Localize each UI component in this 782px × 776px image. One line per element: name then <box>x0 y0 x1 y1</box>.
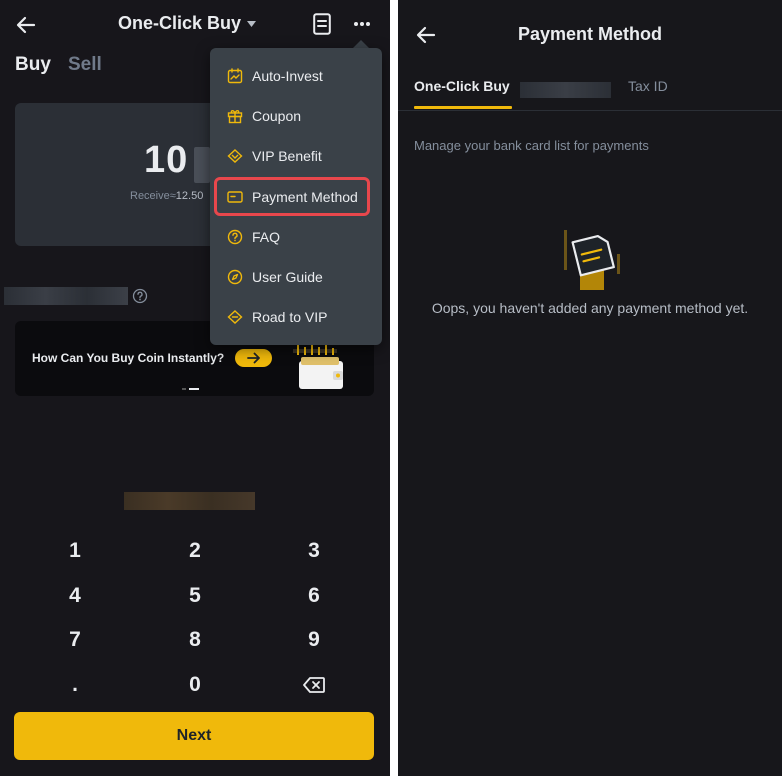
menu-item-auto-invest[interactable]: Auto-Invest <box>210 56 382 96</box>
menu-item-label: Coupon <box>252 108 302 124</box>
auto-invest-icon <box>226 67 244 85</box>
order-history-button[interactable] <box>309 11 335 37</box>
keypad-key-3[interactable]: 3 <box>284 536 344 566</box>
empty-state-message: Oops, you haven't added any payment meth… <box>431 300 749 316</box>
keypad-backspace[interactable] <box>284 670 344 700</box>
menu-item-label: User Guide <box>252 269 323 285</box>
pagination-dot <box>182 388 186 390</box>
tab-divider <box>398 110 782 111</box>
menu-item-coupon[interactable]: Coupon <box>210 96 382 136</box>
keypad-key-0[interactable]: 0 <box>165 670 225 700</box>
document-icon <box>313 13 331 35</box>
menu-item-vip-benefit[interactable]: VIP Benefit <box>210 136 382 176</box>
redacted-tab[interactable] <box>520 82 611 98</box>
question-icon <box>226 228 244 246</box>
keypad-key-4[interactable]: 4 <box>45 581 105 611</box>
keypad-key-1[interactable]: 1 <box>45 536 105 566</box>
menu-item-road-to-vip[interactable]: Road to VIP <box>210 297 382 337</box>
amount-value: 10 <box>144 139 189 181</box>
page-title: One-Click Buy <box>118 13 242 33</box>
page-title-dropdown[interactable]: One-Click Buy <box>118 13 257 34</box>
active-tab-indicator <box>414 106 512 109</box>
gift-icon <box>226 107 244 125</box>
menu-item-label: Payment Method <box>252 189 358 205</box>
backspace-icon <box>303 677 325 693</box>
tab-tax-id[interactable]: Tax ID <box>628 78 668 94</box>
banner-arrow-button[interactable] <box>235 349 272 367</box>
tab-sell[interactable]: Sell <box>68 54 102 76</box>
arrow-right-icon <box>246 352 260 364</box>
menu-item-label: VIP Benefit <box>252 148 322 164</box>
banner-text: How Can You Buy Coin Instantly? <box>32 351 225 365</box>
more-dots-icon <box>354 22 370 26</box>
tab-one-click-buy[interactable]: One-Click Buy <box>414 78 510 94</box>
menu-item-payment-method[interactable]: Payment Method <box>210 177 382 217</box>
empty-state-illustration <box>564 230 620 290</box>
menu-item-label: Auto-Invest <box>252 68 323 84</box>
keypad-key-2[interactable]: 2 <box>165 536 225 566</box>
tab-buy[interactable]: Buy <box>15 54 51 76</box>
more-options-button[interactable] <box>349 11 375 37</box>
receive-label: Receive≈ <box>130 190 176 202</box>
more-options-menu: Auto-Invest Coupon VIP Benefit Payment M… <box>210 48 382 345</box>
caret-down-icon <box>247 20 257 27</box>
menu-item-faq[interactable]: FAQ <box>210 217 382 257</box>
one-click-buy-screen: One-Click Buy Buy Sell 10 Receive≈12.50 … <box>0 0 390 776</box>
compass-icon <box>226 268 244 286</box>
keypad-key-7[interactable]: 7 <box>45 625 105 655</box>
back-button[interactable] <box>10 10 42 40</box>
keypad-key-6[interactable]: 6 <box>284 581 344 611</box>
next-button[interactable]: Next <box>14 712 374 760</box>
menu-item-label: Road to VIP <box>252 309 328 325</box>
menu-item-user-guide[interactable]: User Guide <box>210 257 382 297</box>
banner-pagination <box>182 388 199 390</box>
description-text: Manage your bank card list for payments <box>414 138 649 153</box>
redacted-currency <box>194 147 210 183</box>
receive-value: 12.50 <box>175 190 204 202</box>
pagination-dot-active <box>189 388 199 390</box>
keypad-key-8[interactable]: 8 <box>165 625 225 655</box>
page-title: Payment Method <box>517 24 663 44</box>
keypad-key-5[interactable]: 5 <box>165 581 225 611</box>
menu-caret <box>353 40 369 48</box>
keypad-key-decimal[interactable]: . <box>45 670 105 700</box>
keypad-key-9[interactable]: 9 <box>284 625 344 655</box>
redacted-limit-info <box>124 492 255 510</box>
arrow-left-icon <box>16 16 36 34</box>
wallet-illustration <box>293 344 343 389</box>
vip-road-icon <box>226 308 244 326</box>
receive-estimate: Receive≈12.50 <box>130 190 203 202</box>
card-icon <box>226 188 244 206</box>
payment-method-screen: Payment Method One-Click Buy Tax ID Mana… <box>398 0 782 776</box>
redacted-payment-info <box>4 287 128 305</box>
vip-icon <box>226 147 244 165</box>
menu-item-label: FAQ <box>252 229 281 245</box>
help-icon[interactable] <box>132 288 148 304</box>
